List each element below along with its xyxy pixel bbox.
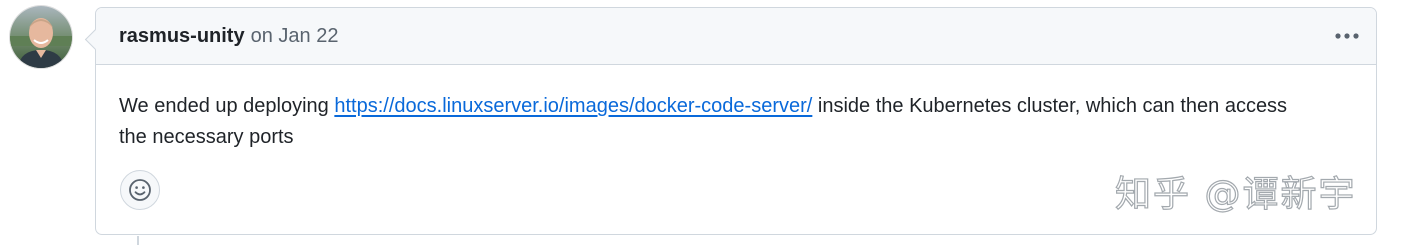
- kebab-menu-button[interactable]: [1332, 22, 1362, 50]
- author-link[interactable]: rasmus-unity: [119, 25, 245, 48]
- body-text-line2: the necessary ports: [119, 126, 294, 148]
- add-reaction-button[interactable]: [120, 170, 160, 210]
- comment-header: rasmus-unity on Jan 22: [96, 8, 1376, 65]
- avatar-image: [10, 6, 72, 68]
- comment-body: We ended up deploying https://docs.linux…: [96, 65, 1376, 153]
- smiley-icon: [129, 179, 151, 201]
- body-text-line1-suffix: inside the Kubernetes cluster, which can…: [812, 95, 1288, 117]
- docs-link[interactable]: https://docs.linuxserver.io/images/docke…: [334, 95, 812, 117]
- timeline-line: [137, 236, 139, 245]
- kebab-horizontal-icon: [1335, 33, 1359, 39]
- avatar[interactable]: [10, 6, 72, 68]
- body-text-prefix: We ended up deploying: [119, 95, 335, 117]
- watermark: 知乎 @谭新宇: [1114, 173, 1357, 215]
- comment-date[interactable]: on Jan 22: [251, 25, 339, 48]
